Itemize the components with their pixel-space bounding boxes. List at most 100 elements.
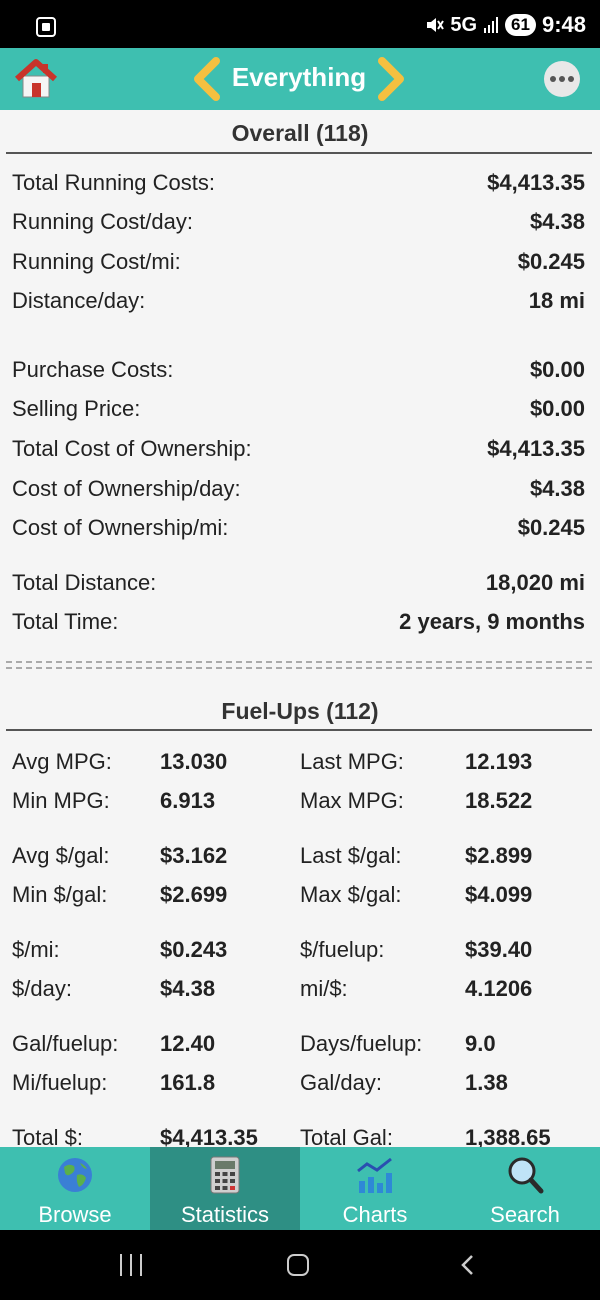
fuel-stat-label: Gal/day:	[300, 1070, 382, 1095]
calculator-icon	[210, 1156, 240, 1194]
mute-icon	[427, 18, 445, 32]
stat-row: Running Cost/day: $4.38	[12, 209, 585, 239]
stat-label: Running Cost/day:	[12, 209, 193, 234]
stat-row: Total Distance: 18,020 mi	[12, 570, 585, 600]
stat-row: Total Time: 2 years, 9 months	[12, 609, 585, 639]
section-divider	[6, 152, 592, 154]
statistics-content[interactable]: Overall (118) Total Running Costs: $4,41…	[0, 110, 600, 1147]
fuelups-header: Fuel-Ups (112)	[221, 698, 379, 724]
stat-row: Cost of Ownership/mi: $0.245	[12, 515, 585, 545]
nav-search[interactable]: Search	[450, 1147, 600, 1230]
fuel-stat-value: 18.522	[465, 788, 533, 813]
stat-value: 18 mi	[528, 288, 585, 313]
more-options-button[interactable]	[544, 61, 580, 97]
stat-value: $0.245	[517, 515, 585, 540]
stat-value: $4,413.35	[487, 436, 585, 461]
nav-label: Statistics	[180, 1202, 270, 1227]
chart-icon	[357, 1157, 392, 1193]
stat-row: Selling Price: $0.00	[12, 396, 585, 426]
dashed-separator	[6, 661, 592, 669]
previous-vehicle-button[interactable]	[190, 57, 224, 101]
fuel-stat-value: $39.40	[465, 937, 533, 962]
fuel-stat-label: Last MPG:	[300, 749, 404, 774]
chevron-left-icon	[194, 57, 220, 101]
fuel-stat-value: $4.38	[160, 976, 216, 1001]
stat-value: $4.38	[529, 476, 585, 501]
fuel-stat-label: $/fuelup:	[300, 937, 385, 962]
system-navigation-bar	[0, 1230, 600, 1300]
nav-label: Browse	[38, 1202, 112, 1227]
nav-label: Charts	[342, 1202, 408, 1227]
fuel-stat-value: 9.0	[465, 1031, 496, 1056]
battery-badge: 61	[505, 14, 536, 36]
fuel-stat-label: Avg $/gal:	[12, 843, 110, 868]
stat-row: Total Running Costs: $4,413.35	[12, 170, 585, 200]
page-title: Everything	[231, 62, 367, 92]
system-home-button[interactable]	[287, 1254, 309, 1276]
fuel-stat-label: Min MPG:	[12, 788, 110, 813]
status-right: 5G 61 9:48	[424, 12, 586, 38]
stat-label: Total Cost of Ownership:	[12, 436, 252, 461]
fuel-stat-label: Total Gal:	[300, 1125, 393, 1147]
fuel-stat-label: Max $/gal:	[300, 882, 402, 907]
fuel-stat-label: Last $/gal:	[300, 843, 402, 868]
chevron-right-icon	[378, 57, 404, 101]
stat-value: 2 years, 9 months	[399, 609, 585, 634]
fuel-stat-value: $0.243	[160, 937, 228, 962]
nav-statistics[interactable]: Statistics	[150, 1147, 300, 1230]
fuel-stat-label: Avg MPG:	[12, 749, 112, 774]
recent-apps-button[interactable]	[120, 1254, 142, 1276]
fuel-stat-value: 161.8	[160, 1070, 216, 1095]
clock: 9:48	[541, 12, 586, 37]
fuel-stat-value: 12.193	[465, 749, 533, 774]
fuel-stat-value: $4.099	[465, 882, 533, 907]
stat-label: Total Running Costs:	[12, 170, 215, 195]
stat-value: $4.38	[529, 209, 585, 234]
stat-label: Purchase Costs:	[12, 357, 174, 382]
fuel-stat-value: 1.38	[465, 1070, 508, 1095]
stat-label: Distance/day:	[12, 288, 146, 313]
back-icon[interactable]	[458, 1254, 478, 1276]
globe-icon	[58, 1158, 92, 1192]
fuel-stat-value: 13.030	[160, 749, 228, 774]
magnifier-icon	[508, 1157, 544, 1194]
app-bar: Everything	[0, 48, 600, 110]
stat-row: Distance/day: 18 mi	[12, 288, 585, 318]
fuel-stat-value: $2.899	[465, 843, 533, 868]
signal-icon	[484, 17, 499, 33]
home-button[interactable]	[14, 58, 58, 100]
fuel-stat-label: $/day:	[12, 976, 72, 1001]
fuel-stat-value: 6.913	[160, 788, 216, 813]
fuel-stat-label: Gal/fuelup:	[12, 1031, 119, 1056]
stat-row: Running Cost/mi: $0.245	[12, 249, 585, 279]
bottom-navigation: Browse Statistics Charts Search	[0, 1147, 600, 1230]
stat-value: 18,020 mi	[485, 570, 585, 595]
fuel-stat-label: $/mi:	[12, 937, 60, 962]
fuel-stat-label: Mi/fuelup:	[12, 1070, 108, 1095]
nav-browse[interactable]: Browse	[0, 1147, 150, 1230]
stat-value: $4,413.35	[487, 170, 585, 195]
nav-charts[interactable]: Charts	[300, 1147, 450, 1230]
stat-label: Total Distance:	[12, 570, 157, 595]
fuel-stat-value: $4,413.35	[160, 1125, 258, 1147]
fuel-stat-value: 1,388.65	[465, 1125, 551, 1147]
home-icon	[14, 59, 58, 98]
fuel-stat-label: mi/$:	[300, 976, 348, 1001]
fuel-stat-label: Total $:	[12, 1125, 83, 1147]
fuel-stat-value: $2.699	[160, 882, 228, 907]
screenshot-icon	[36, 17, 56, 37]
stat-row: Cost of Ownership/day: $4.38	[12, 476, 585, 506]
fuel-stat-value: 12.40	[160, 1031, 216, 1056]
stat-label: Total Time:	[12, 609, 119, 634]
stat-value: $0.245	[517, 249, 585, 274]
next-vehicle-button[interactable]	[374, 57, 408, 101]
stat-label: Cost of Ownership/mi:	[12, 515, 229, 540]
stat-value: $0.00	[529, 396, 585, 421]
stat-label: Selling Price:	[12, 396, 141, 421]
stat-value: $0.00	[529, 357, 585, 382]
more-options-icon	[550, 76, 556, 82]
stat-label: Cost of Ownership/day:	[12, 476, 241, 501]
network-type: 5G	[450, 13, 478, 36]
stat-row: Purchase Costs: $0.00	[12, 357, 585, 387]
section-divider	[6, 729, 592, 731]
